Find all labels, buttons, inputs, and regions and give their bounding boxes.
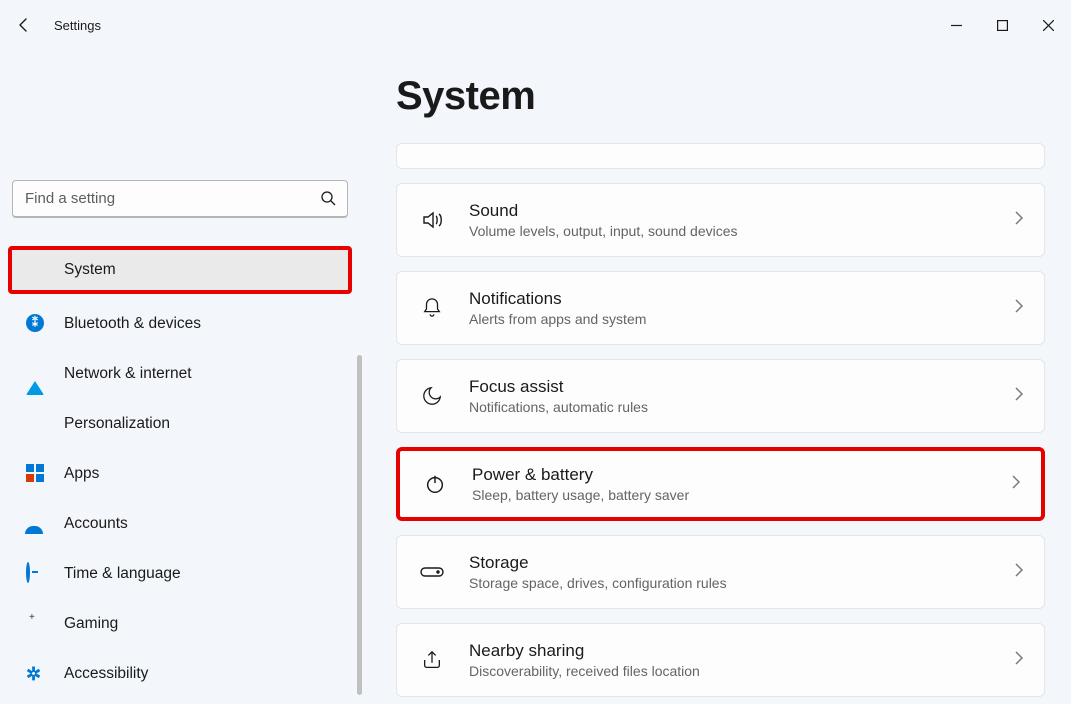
drive-icon xyxy=(419,559,445,585)
sidebar-item-label: Personalization xyxy=(64,415,170,433)
sidebar-item-label: Bluetooth & devices xyxy=(64,315,201,333)
sidebar-item-label: Gaming xyxy=(64,615,118,633)
main-content: System Sound Volume levels, output, inpu… xyxy=(360,50,1071,703)
card-partial-prev[interactable] xyxy=(396,143,1045,169)
sidebar-item-accessibility[interactable]: ✲ Accessibility xyxy=(12,654,348,694)
maximize-button[interactable] xyxy=(979,5,1025,45)
sidebar-item-time[interactable]: Time & language xyxy=(12,554,348,594)
card-title: Nearby sharing xyxy=(469,641,990,661)
person-icon xyxy=(26,514,46,534)
card-subtitle: Storage space, drives, configuration rul… xyxy=(469,575,990,591)
sidebar: System ⁑ Bluetooth & devices Network & i… xyxy=(0,50,360,703)
wifi-icon xyxy=(26,364,46,384)
chevron-right-icon xyxy=(1014,651,1024,670)
sidebar-item-label: Accessibility xyxy=(64,665,148,683)
chevron-right-icon xyxy=(1014,563,1024,582)
close-button[interactable] xyxy=(1025,5,1071,45)
card-focus-assist[interactable]: Focus assist Notifications, automatic ru… xyxy=(396,359,1045,433)
back-button[interactable] xyxy=(14,15,34,35)
clock-icon xyxy=(26,564,46,584)
bell-icon xyxy=(419,295,445,321)
titlebar: Settings xyxy=(0,0,1071,50)
search-input[interactable] xyxy=(12,180,348,218)
search-icon xyxy=(320,190,336,211)
chevron-right-icon xyxy=(1014,387,1024,406)
sidebar-item-label: Time & language xyxy=(64,565,181,583)
moon-icon xyxy=(419,383,445,409)
card-title: Sound xyxy=(469,201,990,221)
sidebar-item-gaming[interactable]: Gaming xyxy=(12,604,348,644)
card-power-battery[interactable]: Power & battery Sleep, battery usage, ba… xyxy=(396,447,1045,521)
card-notifications[interactable]: Notifications Alerts from apps and syste… xyxy=(396,271,1045,345)
card-subtitle: Sleep, battery usage, battery saver xyxy=(472,487,987,503)
card-subtitle: Volume levels, output, input, sound devi… xyxy=(469,223,990,239)
sidebar-item-bluetooth[interactable]: ⁑ Bluetooth & devices xyxy=(12,304,348,344)
bluetooth-icon: ⁑ xyxy=(26,314,46,334)
sidebar-item-label: Accounts xyxy=(64,515,128,533)
scrollbar-indicator[interactable] xyxy=(357,355,362,695)
sidebar-item-label: Network & internet xyxy=(64,365,192,383)
display-icon xyxy=(419,143,445,162)
card-nearby-sharing[interactable]: Nearby sharing Discoverability, received… xyxy=(396,623,1045,697)
card-sound[interactable]: Sound Volume levels, output, input, soun… xyxy=(396,183,1045,257)
page-title: System xyxy=(396,74,1045,119)
apps-icon xyxy=(26,464,46,484)
accessibility-icon: ✲ xyxy=(26,664,46,684)
brush-icon xyxy=(26,414,46,434)
card-title: Power & battery xyxy=(472,465,987,485)
sidebar-item-network[interactable]: Network & internet xyxy=(12,354,348,394)
power-icon xyxy=(422,471,448,497)
card-title: Focus assist xyxy=(469,377,990,397)
card-subtitle: Alerts from apps and system xyxy=(469,311,990,327)
sidebar-item-system[interactable]: System xyxy=(8,246,352,294)
sidebar-item-accounts[interactable]: Accounts xyxy=(12,504,348,544)
window-controls xyxy=(933,5,1071,45)
gamepad-icon xyxy=(26,614,46,634)
sidebar-nav: System ⁑ Bluetooth & devices Network & i… xyxy=(12,246,348,704)
card-subtitle: Notifications, automatic rules xyxy=(469,399,990,415)
share-icon xyxy=(419,647,445,673)
card-title: Storage xyxy=(469,553,990,573)
minimize-button[interactable] xyxy=(933,5,979,45)
speaker-icon xyxy=(419,207,445,233)
sidebar-item-label: Apps xyxy=(64,465,99,483)
card-storage[interactable]: Storage Storage space, drives, configura… xyxy=(396,535,1045,609)
chevron-right-icon xyxy=(1014,299,1024,318)
chevron-right-icon xyxy=(1014,211,1024,230)
chevron-right-icon xyxy=(1011,475,1021,494)
card-title: Notifications xyxy=(469,289,990,309)
card-subtitle: Discoverability, received files location xyxy=(469,663,990,679)
sidebar-item-label: System xyxy=(64,261,116,279)
display-icon xyxy=(26,260,46,280)
sidebar-item-apps[interactable]: Apps xyxy=(12,454,348,494)
sidebar-item-personalization[interactable]: Personalization xyxy=(12,404,348,444)
window-title: Settings xyxy=(54,18,101,33)
